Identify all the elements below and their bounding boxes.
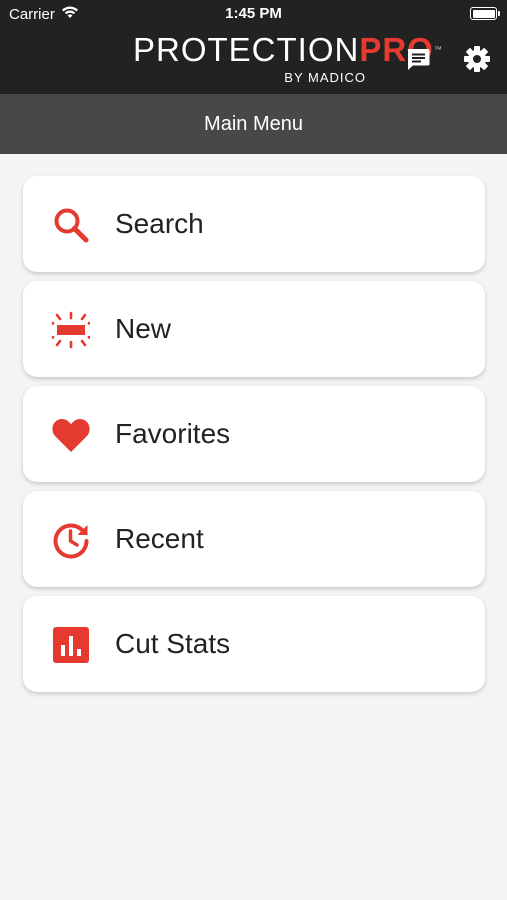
menu-item-favorites[interactable]: Favorites — [23, 386, 485, 482]
logo-trademark: ™ — [433, 45, 443, 54]
message-icon[interactable] — [403, 44, 433, 74]
logo-tagline: BY MADICO — [284, 70, 366, 85]
heart-icon — [51, 415, 91, 455]
main-menu: Search New Favorites Recent Cut Stats — [23, 176, 485, 701]
gear-icon[interactable] — [462, 44, 492, 74]
menu-item-cut-stats[interactable]: Cut Stats — [23, 596, 485, 692]
recent-icon — [51, 520, 91, 560]
battery-icon — [470, 7, 500, 20]
menu-item-recent[interactable]: Recent — [23, 491, 485, 587]
logo-main: PROTECTION — [133, 31, 360, 68]
menu-item-search[interactable]: Search — [23, 176, 485, 272]
app-header: Carrier 1:45 PM PROTECTIONPRO™ BY MADICO — [0, 0, 507, 94]
menu-item-label: Recent — [115, 523, 204, 554]
bar-chart-icon — [51, 625, 91, 665]
logo-wordmark: PROTECTIONPRO™ — [133, 31, 442, 68]
title-bar: Main Menu — [0, 94, 507, 154]
menu-item-label: Search — [115, 208, 204, 239]
menu-item-label: New — [115, 313, 172, 344]
app-logo: PROTECTIONPRO™ BY MADICO — [133, 31, 442, 88]
new-icon — [51, 310, 91, 350]
search-icon — [51, 205, 91, 245]
menu-item-label: Favorites — [115, 418, 231, 449]
status-bar: Carrier 1:45 PM — [0, 0, 507, 28]
menu-item-new[interactable]: New — [23, 281, 485, 377]
page-title: Main Menu — [204, 112, 303, 135]
status-time: 1:45 PM — [225, 5, 282, 22]
menu-item-label: Cut Stats — [115, 628, 231, 659]
